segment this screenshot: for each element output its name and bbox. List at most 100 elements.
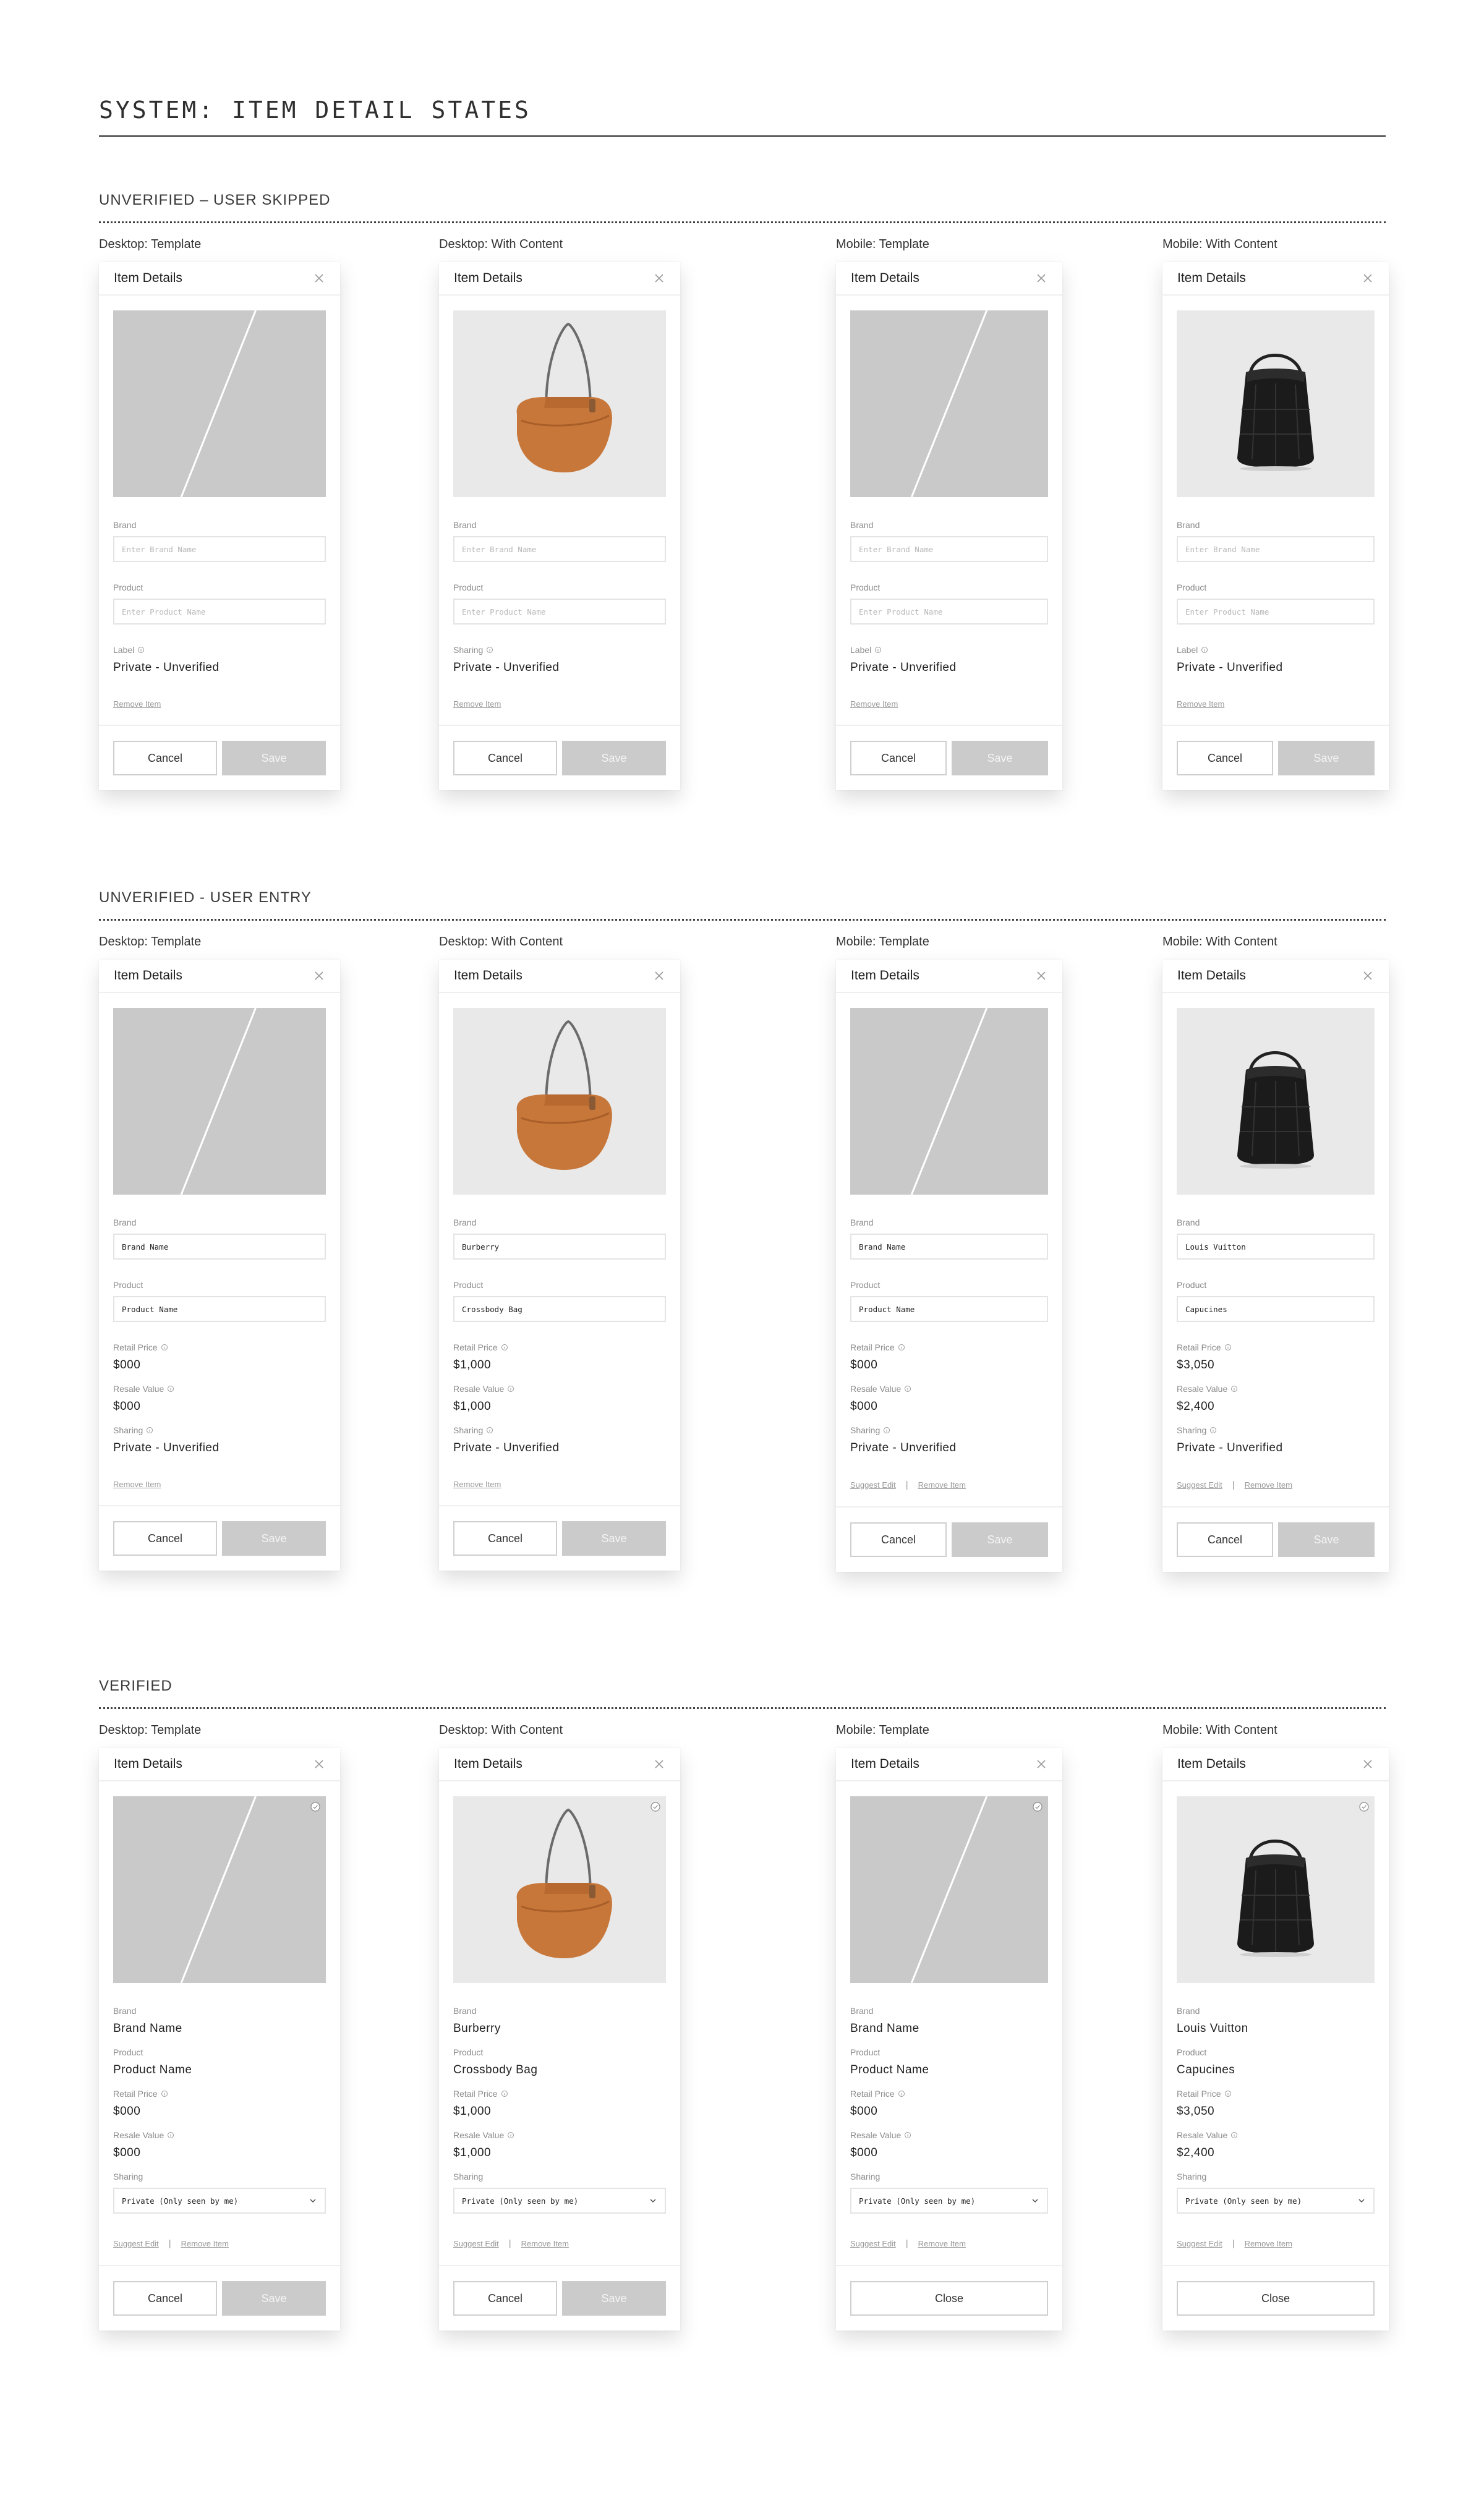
close-icon[interactable] (1360, 271, 1375, 286)
info-icon[interactable] (904, 2131, 911, 2139)
brand-input[interactable]: Enter Brand Name (1177, 536, 1375, 562)
close-icon[interactable] (1360, 968, 1375, 983)
cancel-button[interactable]: Cancel (113, 741, 217, 775)
remove-item-link[interactable]: Remove Item (113, 1480, 161, 1489)
cancel-button[interactable]: Cancel (1177, 741, 1273, 775)
suggest-edit-link[interactable]: Suggest Edit (113, 2239, 159, 2248)
close-icon[interactable] (1034, 1757, 1049, 1772)
info-icon[interactable] (898, 1344, 905, 1351)
cancel-button[interactable]: Cancel (1177, 1522, 1273, 1557)
close-icon[interactable] (652, 968, 667, 983)
remove-item-link[interactable]: Remove Item (1245, 2239, 1292, 2248)
info-icon[interactable] (507, 1385, 514, 1393)
remove-item-link[interactable]: Remove Item (453, 699, 501, 709)
info-icon[interactable] (883, 1427, 890, 1434)
product-input[interactable]: Enter Product Name (1177, 599, 1375, 625)
suggest-edit-link[interactable]: Suggest Edit (850, 1480, 896, 1490)
close-icon[interactable] (1034, 271, 1049, 286)
info-icon[interactable] (167, 2131, 174, 2139)
product-input[interactable]: Crossbody Bag (453, 1296, 666, 1322)
info-icon[interactable] (1230, 2131, 1238, 2139)
remove-item-link[interactable]: Remove Item (918, 1480, 966, 1490)
product-image (453, 310, 666, 497)
remove-item-link[interactable]: Remove Item (113, 699, 161, 709)
save-button[interactable]: Save (562, 1521, 666, 1556)
product-input[interactable]: Enter Product Name (453, 599, 666, 625)
cancel-button[interactable]: Cancel (453, 1521, 557, 1556)
suggest-edit-link[interactable]: Suggest Edit (1177, 2239, 1222, 2248)
suggest-edit-link[interactable]: Suggest Edit (453, 2239, 499, 2248)
save-button[interactable]: Save (952, 1522, 1048, 1557)
remove-item-link[interactable]: Remove Item (453, 1480, 501, 1489)
save-button[interactable]: Save (1278, 1522, 1375, 1557)
save-button[interactable]: Save (952, 741, 1048, 775)
info-icon[interactable] (1201, 646, 1208, 654)
sharing-select[interactable]: Private (Only seen by me) (1177, 2188, 1375, 2214)
close-button[interactable]: Close (850, 2281, 1048, 2316)
save-button[interactable]: Save (222, 741, 326, 775)
info-icon[interactable] (486, 1427, 493, 1434)
close-icon[interactable] (1034, 968, 1049, 983)
brand-input[interactable]: Burberry (453, 1234, 666, 1260)
close-icon[interactable] (312, 1757, 326, 1772)
info-icon[interactable] (904, 1385, 911, 1393)
close-icon[interactable] (652, 1757, 667, 1772)
save-button[interactable]: Save (562, 741, 666, 775)
info-icon[interactable] (898, 2090, 905, 2097)
save-button[interactable]: Save (222, 2281, 326, 2316)
close-button[interactable]: Close (1177, 2281, 1375, 2316)
cancel-button[interactable]: Cancel (453, 2281, 557, 2316)
cancel-button[interactable]: Cancel (850, 1522, 947, 1557)
info-icon[interactable] (501, 2090, 508, 2097)
product-input[interactable]: Enter Product Name (850, 599, 1048, 625)
info-icon[interactable] (507, 2131, 514, 2139)
product-input[interactable]: Enter Product Name (113, 599, 326, 625)
info-icon[interactable] (1224, 1344, 1232, 1351)
cancel-button[interactable]: Cancel (113, 2281, 217, 2316)
info-icon[interactable] (501, 1344, 508, 1351)
remove-item-link[interactable]: Remove Item (181, 2239, 229, 2248)
remove-item-link[interactable]: Remove Item (850, 699, 898, 709)
sharing-select[interactable]: Private (Only seen by me) (850, 2188, 1048, 2214)
remove-item-link[interactable]: Remove Item (1177, 699, 1224, 709)
suggest-edit-link[interactable]: Suggest Edit (1177, 1480, 1222, 1490)
close-icon[interactable] (312, 271, 326, 286)
brand-input[interactable]: Enter Brand Name (113, 536, 326, 562)
cancel-button[interactable]: Cancel (850, 741, 947, 775)
variant-label: Mobile: With Content (1162, 935, 1277, 949)
cancel-button[interactable]: Cancel (113, 1521, 217, 1556)
remove-item-link[interactable]: Remove Item (521, 2239, 569, 2248)
item-details-modal: Item Details Brand Brand Name Product Pr… (836, 1748, 1062, 2331)
close-icon[interactable] (652, 271, 667, 286)
brand-input[interactable]: Brand Name (850, 1234, 1048, 1260)
save-button[interactable]: Save (1278, 741, 1375, 775)
info-icon[interactable] (137, 646, 145, 654)
info-icon[interactable] (161, 1344, 168, 1351)
info-icon[interactable] (161, 2090, 168, 2097)
product-input[interactable]: Product Name (850, 1296, 1048, 1322)
remove-item-link[interactable]: Remove Item (918, 2239, 966, 2248)
remove-item-link[interactable]: Remove Item (1245, 1480, 1292, 1490)
info-icon[interactable] (874, 646, 882, 654)
product-input[interactable]: Capucines (1177, 1296, 1375, 1322)
info-icon[interactable] (1230, 1385, 1238, 1393)
sharing-select[interactable]: Private (Only seen by me) (113, 2188, 326, 2214)
sharing-select[interactable]: Private (Only seen by me) (453, 2188, 666, 2214)
save-button[interactable]: Save (562, 2281, 666, 2316)
save-button[interactable]: Save (222, 1521, 326, 1556)
sharing-label: Sharing (113, 2172, 143, 2182)
info-icon[interactable] (486, 646, 493, 654)
info-icon[interactable] (1209, 1427, 1217, 1434)
close-icon[interactable] (1360, 1757, 1375, 1772)
brand-input[interactable]: Enter Brand Name (850, 536, 1048, 562)
brand-input[interactable]: Enter Brand Name (453, 536, 666, 562)
info-icon[interactable] (146, 1427, 153, 1434)
info-icon[interactable] (167, 1385, 174, 1393)
product-input[interactable]: Product Name (113, 1296, 326, 1322)
cancel-button[interactable]: Cancel (453, 741, 557, 775)
close-icon[interactable] (312, 968, 326, 983)
brand-input[interactable]: Brand Name (113, 1234, 326, 1260)
suggest-edit-link[interactable]: Suggest Edit (850, 2239, 896, 2248)
info-icon[interactable] (1224, 2090, 1232, 2097)
brand-input[interactable]: Louis Vuitton (1177, 1234, 1375, 1260)
